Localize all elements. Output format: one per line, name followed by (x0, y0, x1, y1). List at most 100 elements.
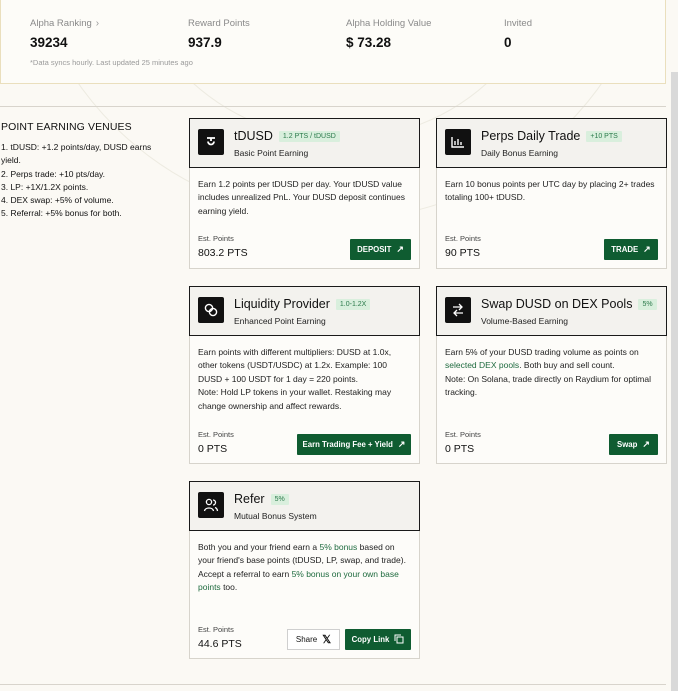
stat-ranking-label: Alpha Ranking (30, 18, 92, 29)
card-description-text: Accept a referral to earn 5% bonus on yo… (198, 568, 411, 595)
divider (0, 106, 666, 107)
card-subtitle: Basic Point Earning (234, 148, 309, 158)
earn-trading-fee-button[interactable]: Earn Trading Fee + Yield ↗ (297, 434, 411, 455)
card-title: Perps Daily Trade (481, 129, 581, 143)
venues-item: 4. DEX swap: +5% of volume. (1, 195, 114, 206)
venues-item: 5. Referral: +5% bonus for both. (1, 208, 122, 219)
swap-icon (445, 297, 471, 323)
card-note: Note: Hold LP tokens in your wallet. Res… (198, 387, 392, 411)
venues-item: 2. Perps trade: +10 pts/day. (1, 168, 106, 179)
card-badge: 1.0-1.2X (335, 298, 371, 310)
stat-invited-label: Invited (504, 18, 532, 29)
est-points-value: 0 PTS (198, 443, 228, 455)
share-button[interactable]: Share 𝕏 (287, 629, 340, 650)
card-header: Refer 5% Mutual Bonus System (189, 481, 420, 531)
divider (0, 684, 666, 685)
card-badge: 5% (638, 298, 657, 310)
card-refer: Refer 5% Mutual Bonus System Both you an… (189, 481, 420, 659)
est-points-label: Est. Points (198, 430, 234, 439)
desc-text: Accept a referral to earn (198, 568, 290, 579)
card-subtitle: Enhanced Point Earning (234, 316, 326, 326)
share-button-label: Share (295, 635, 318, 644)
card-badge: 1.2 PTS / tDUSD (278, 130, 340, 142)
stat-ranking[interactable]: Alpha Ranking › 39234 (30, 18, 99, 50)
arrow-up-right-icon: ↗ (396, 244, 404, 254)
card-title-wrap: tDUSD 1.2 PTS / tDUSD (234, 129, 340, 143)
card-description: Earn 10 bonus points per UTC day by plac… (445, 179, 655, 203)
stats-panel: Alpha Ranking › 39234 Reward Points 937.… (0, 0, 666, 84)
est-points-label: Est. Points (198, 625, 234, 634)
card-header: Perps Daily Trade +10 PTS Daily Bonus Ea… (436, 118, 667, 168)
swap-button-label: Swap (617, 440, 638, 449)
selected-dex-pools-link[interactable]: selected DEX pools (445, 360, 519, 370)
desc-text: . Both buy and sell count. (519, 360, 615, 371)
arrow-up-right-icon: ↗ (397, 439, 406, 449)
arrow-up-right-icon: ↗ (643, 244, 651, 254)
copy-link-label: Copy Link (351, 635, 390, 644)
venues-title: POINT EARNING VENUES (1, 121, 132, 133)
card-title-wrap: Swap DUSD on DEX Pools 5% (481, 297, 657, 311)
est-points-label: Est. Points (445, 234, 481, 243)
scrollbar[interactable] (671, 72, 678, 691)
est-points-value: 803.2 PTS (198, 247, 248, 259)
deposit-button[interactable]: DEPOSIT ↗ (350, 239, 411, 260)
card-title: tDUSD (234, 129, 273, 143)
stat-holding-label: Alpha Holding Value (346, 18, 432, 29)
stat-invited-value: 0 (504, 35, 512, 50)
swap-button[interactable]: Swap ↗ (609, 434, 658, 455)
venues-item: 1. tDUSD: +1.2 points/day, DUSD earns yi… (1, 142, 152, 166)
card-description: Earn 1.2 points per tDUSD per day. Your … (198, 179, 405, 216)
stat-reward: Reward Points 937.9 (188, 18, 250, 50)
desc-text: Earn 5% of your DUSD trading volume as p… (445, 347, 639, 357)
card-title: Swap DUSD on DEX Pools (481, 297, 633, 311)
venues-item: 3. LP: +1X/1.2X points. (1, 181, 89, 192)
card-title: Liquidity Provider (234, 297, 330, 311)
stat-invited: Invited 0 (504, 18, 532, 50)
stat-ranking-label-wrap: Alpha Ranking › (30, 18, 99, 29)
card-description-text: Earn 5% of your DUSD trading volume as p… (445, 346, 658, 373)
arrow-up-right-icon: ↗ (642, 439, 650, 449)
stat-ranking-value: 39234 (30, 35, 68, 50)
card-title-wrap: Liquidity Provider 1.0-1.2X (234, 297, 371, 311)
sync-note: *Data syncs hourly. Last updated 25 minu… (30, 58, 193, 67)
earn-trading-fee-label: Earn Trading Fee + Yield (302, 440, 393, 449)
card-description: Earn points with different multipliers: … (198, 346, 411, 413)
card-subtitle: Volume-Based Earning (481, 316, 568, 326)
copy-link-button[interactable]: Copy Link (345, 629, 411, 650)
copy-icon (394, 634, 404, 646)
users-icon (198, 492, 224, 518)
card-description: Earn 5% of your DUSD trading volume as p… (445, 346, 658, 400)
coins-icon (198, 297, 224, 323)
desc-text: Both you and your friend earn a (198, 542, 318, 552)
card-note: Note: On Solana, trade directly on Raydi… (445, 373, 651, 398)
card-description: Both you and your friend earn a 5% bonus… (198, 541, 411, 595)
card-title-wrap: Perps Daily Trade +10 PTS (481, 129, 622, 143)
card-perps: Perps Daily Trade +10 PTS Daily Bonus Ea… (436, 118, 667, 269)
stat-holding: Alpha Holding Value $ 73.28 (346, 18, 431, 50)
desc-text: too. (223, 582, 238, 593)
card-description-text: Earn points with different multipliers: … (198, 347, 392, 384)
card-header: Swap DUSD on DEX Pools 5% Volume-Based E… (436, 286, 667, 336)
est-points-label: Est. Points (198, 234, 234, 243)
card-description-text: Both you and your friend earn a 5% bonus… (198, 541, 411, 568)
chevron-right-icon: › (95, 18, 100, 29)
est-points-label: Est. Points (445, 430, 481, 439)
deposit-button-label: DEPOSIT (357, 245, 392, 254)
trade-button[interactable]: TRADE ↗ (604, 239, 658, 260)
trade-button-label: TRADE (611, 245, 639, 254)
venues-list: POINT EARNING VENUES 1. tDUSD: +1.2 poin… (1, 121, 171, 221)
chart-icon (445, 129, 471, 155)
est-points-value: 90 PTS (445, 247, 481, 259)
stat-reward-label: Reward Points (188, 18, 250, 29)
card-title-wrap: Refer 5% (234, 492, 289, 506)
stat-holding-value: $ 73.28 (346, 35, 392, 50)
card-badge: 5% (270, 493, 289, 505)
card-title: Refer (234, 492, 265, 506)
card-liquidity-provider: Liquidity Provider 1.0-1.2X Enhanced Poi… (189, 286, 420, 464)
card-subtitle: Daily Bonus Earning (481, 148, 559, 158)
card-subtitle: Mutual Bonus System (234, 511, 317, 521)
x-logo-icon: 𝕏 (322, 634, 332, 646)
card-badge: +10 PTS (586, 130, 622, 142)
stat-reward-value: 937.9 (188, 35, 222, 50)
est-points-value: 44.6 PTS (198, 638, 242, 650)
